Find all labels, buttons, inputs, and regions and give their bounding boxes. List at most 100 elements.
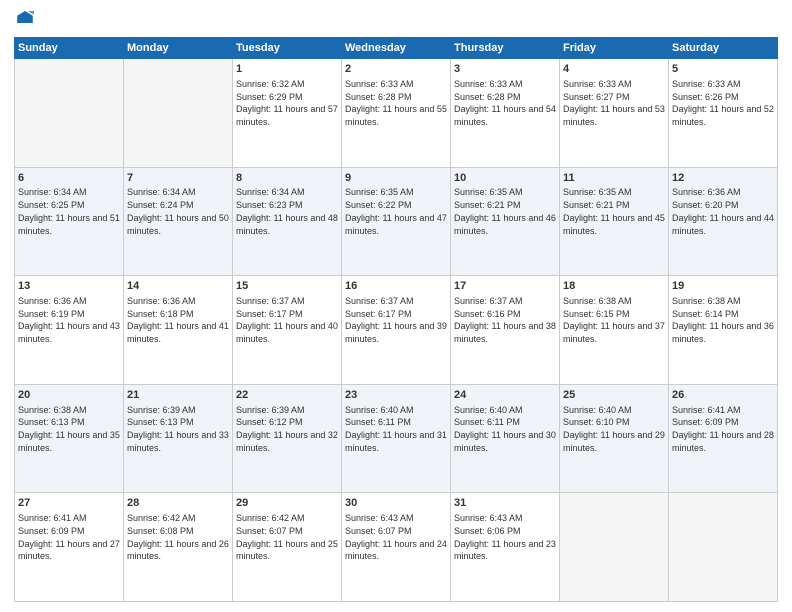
cell-info: Sunrise: 6:39 AM Sunset: 6:13 PM Dayligh… [127,405,231,453]
header [14,10,778,31]
cell-info: Sunrise: 6:43 AM Sunset: 6:07 PM Dayligh… [345,513,449,561]
calendar-cell [669,493,778,602]
day-number: 29 [236,496,338,511]
weekday-header-tuesday: Tuesday [233,38,342,59]
calendar-cell: 17Sunrise: 6:37 AM Sunset: 6:16 PM Dayli… [451,276,560,385]
cell-info: Sunrise: 6:41 AM Sunset: 6:09 PM Dayligh… [18,513,122,561]
day-number: 27 [18,496,120,511]
cell-info: Sunrise: 6:43 AM Sunset: 6:06 PM Dayligh… [454,513,558,561]
calendar-table: SundayMondayTuesdayWednesdayThursdayFrid… [14,37,778,602]
day-number: 6 [18,171,120,186]
calendar-cell: 22 Sunrise: 6:39 AM Sunset: 6:12 PM Dayli… [233,384,342,493]
calendar-cell: 4 Sunrise: 6:33 AM Sunset: 6:27 PM Daylig… [560,59,669,168]
weekday-header-sunday: Sunday [15,38,124,59]
calendar-cell: 25 Sunrise: 6:40 AM Sunset: 6:10 PM Dayli… [560,384,669,493]
calendar-cell: 5 Sunrise: 6:33 AM Sunset: 6:26 PM Daylig… [669,59,778,168]
logo-icon [16,8,34,26]
weekday-header-friday: Friday [560,38,669,59]
day-number: 9 [345,171,447,186]
day-number: 26 [672,388,774,403]
calendar-cell: 14Sunrise: 6:36 AM Sunset: 6:18 PM Dayli… [124,276,233,385]
calendar-cell: 3 Sunrise: 6:33 AM Sunset: 6:28 PM Daylig… [451,59,560,168]
day-number: 5 [672,62,774,77]
cell-info: Sunrise: 6:38 AM Sunset: 6:13 PM Dayligh… [18,405,122,453]
day-number: 16 [345,279,447,294]
cell-info: Sunrise: 6:40 AM Sunset: 6:11 PM Dayligh… [454,405,558,453]
cell-info: Sunrise: 6:42 AM Sunset: 6:07 PM Dayligh… [236,513,340,561]
cell-info: Sunrise: 6:34 AM Sunset: 6:23 PM Dayligh… [236,187,340,235]
calendar-cell: 20Sunrise: 6:38 AM Sunset: 6:13 PM Dayli… [15,384,124,493]
cell-info: Sunrise: 6:37 AM Sunset: 6:17 PM Dayligh… [345,296,449,344]
day-number: 19 [672,279,774,294]
cell-info: Sunrise: 6:33 AM Sunset: 6:27 PM Dayligh… [563,79,667,127]
day-number: 28 [127,496,229,511]
calendar-week-row-5: 27 Sunrise: 6:41 AM Sunset: 6:09 PM Dayli… [15,493,778,602]
calendar-cell: 12Sunrise: 6:36 AM Sunset: 6:20 PM Dayli… [669,167,778,276]
day-number: 30 [345,496,447,511]
calendar-header-row: SundayMondayTuesdayWednesdayThursdayFrid… [15,38,778,59]
cell-info: Sunrise: 6:35 AM Sunset: 6:21 PM Dayligh… [454,187,558,235]
page: SundayMondayTuesdayWednesdayThursdayFrid… [0,0,792,612]
calendar-cell: 2 Sunrise: 6:33 AM Sunset: 6:28 PM Daylig… [342,59,451,168]
cell-info: Sunrise: 6:34 AM Sunset: 6:25 PM Dayligh… [18,187,122,235]
day-number: 1 [236,62,338,77]
calendar-cell: 11Sunrise: 6:35 AM Sunset: 6:21 PM Dayli… [560,167,669,276]
weekday-header-saturday: Saturday [669,38,778,59]
cell-info: Sunrise: 6:33 AM Sunset: 6:26 PM Dayligh… [672,79,776,127]
calendar-cell: 13 Sunrise: 6:36 AM Sunset: 6:19 PM Dayli… [15,276,124,385]
day-number: 21 [127,388,229,403]
calendar-cell: 6Sunrise: 6:34 AM Sunset: 6:25 PM Daylig… [15,167,124,276]
weekday-header-monday: Monday [124,38,233,59]
day-number: 10 [454,171,556,186]
day-number: 2 [345,62,447,77]
cell-info: Sunrise: 6:38 AM Sunset: 6:15 PM Dayligh… [563,296,667,344]
calendar-cell: 21 Sunrise: 6:39 AM Sunset: 6:13 PM Dayli… [124,384,233,493]
calendar-cell: 16 Sunrise: 6:37 AM Sunset: 6:17 PM Dayli… [342,276,451,385]
cell-info: Sunrise: 6:40 AM Sunset: 6:10 PM Dayligh… [563,405,667,453]
day-number: 22 [236,388,338,403]
cell-info: Sunrise: 6:35 AM Sunset: 6:22 PM Dayligh… [345,187,449,235]
calendar-week-row-3: 13 Sunrise: 6:36 AM Sunset: 6:19 PM Dayli… [15,276,778,385]
cell-info: Sunrise: 6:40 AM Sunset: 6:11 PM Dayligh… [345,405,449,453]
cell-info: Sunrise: 6:36 AM Sunset: 6:20 PM Dayligh… [672,187,776,235]
calendar-cell: 30 Sunrise: 6:43 AM Sunset: 6:07 PM Dayli… [342,493,451,602]
day-number: 13 [18,279,120,294]
calendar-cell: 1 Sunrise: 6:32 AM Sunset: 6:29 PM Daylig… [233,59,342,168]
cell-info: Sunrise: 6:39 AM Sunset: 6:12 PM Dayligh… [236,405,340,453]
calendar-cell: 26 Sunrise: 6:41 AM Sunset: 6:09 PM Dayli… [669,384,778,493]
calendar-week-row-1: 1 Sunrise: 6:32 AM Sunset: 6:29 PM Daylig… [15,59,778,168]
calendar-cell: 7Sunrise: 6:34 AM Sunset: 6:24 PM Daylig… [124,167,233,276]
day-number: 23 [345,388,447,403]
weekday-header-wednesday: Wednesday [342,38,451,59]
cell-info: Sunrise: 6:33 AM Sunset: 6:28 PM Dayligh… [345,79,449,127]
cell-info: Sunrise: 6:41 AM Sunset: 6:09 PM Dayligh… [672,405,776,453]
cell-info: Sunrise: 6:34 AM Sunset: 6:24 PM Dayligh… [127,187,231,235]
day-number: 15 [236,279,338,294]
calendar-week-row-2: 6Sunrise: 6:34 AM Sunset: 6:25 PM Daylig… [15,167,778,276]
calendar-cell: 18Sunrise: 6:38 AM Sunset: 6:15 PM Dayli… [560,276,669,385]
cell-info: Sunrise: 6:38 AM Sunset: 6:14 PM Dayligh… [672,296,776,344]
calendar-cell: 8Sunrise: 6:34 AM Sunset: 6:23 PM Daylig… [233,167,342,276]
calendar-cell [15,59,124,168]
cell-info: Sunrise: 6:35 AM Sunset: 6:21 PM Dayligh… [563,187,667,235]
calendar-cell: 23 Sunrise: 6:40 AM Sunset: 6:11 PM Dayli… [342,384,451,493]
day-number: 4 [563,62,665,77]
calendar-cell: 15Sunrise: 6:37 AM Sunset: 6:17 PM Dayli… [233,276,342,385]
cell-info: Sunrise: 6:42 AM Sunset: 6:08 PM Dayligh… [127,513,231,561]
day-number: 3 [454,62,556,77]
calendar-cell: 9Sunrise: 6:35 AM Sunset: 6:22 PM Daylig… [342,167,451,276]
day-number: 11 [563,171,665,186]
day-number: 25 [563,388,665,403]
cell-info: Sunrise: 6:33 AM Sunset: 6:28 PM Dayligh… [454,79,558,127]
cell-info: Sunrise: 6:36 AM Sunset: 6:19 PM Dayligh… [18,296,122,344]
calendar-cell: 10Sunrise: 6:35 AM Sunset: 6:21 PM Dayli… [451,167,560,276]
calendar-cell [124,59,233,168]
calendar-cell: 19 Sunrise: 6:38 AM Sunset: 6:14 PM Dayli… [669,276,778,385]
cell-info: Sunrise: 6:32 AM Sunset: 6:29 PM Dayligh… [236,79,340,127]
cell-info: Sunrise: 6:36 AM Sunset: 6:18 PM Dayligh… [127,296,231,344]
day-number: 31 [454,496,556,511]
calendar-cell: 31 Sunrise: 6:43 AM Sunset: 6:06 PM Dayli… [451,493,560,602]
calendar-week-row-4: 20Sunrise: 6:38 AM Sunset: 6:13 PM Dayli… [15,384,778,493]
weekday-header-thursday: Thursday [451,38,560,59]
calendar-cell: 24Sunrise: 6:40 AM Sunset: 6:11 PM Dayli… [451,384,560,493]
